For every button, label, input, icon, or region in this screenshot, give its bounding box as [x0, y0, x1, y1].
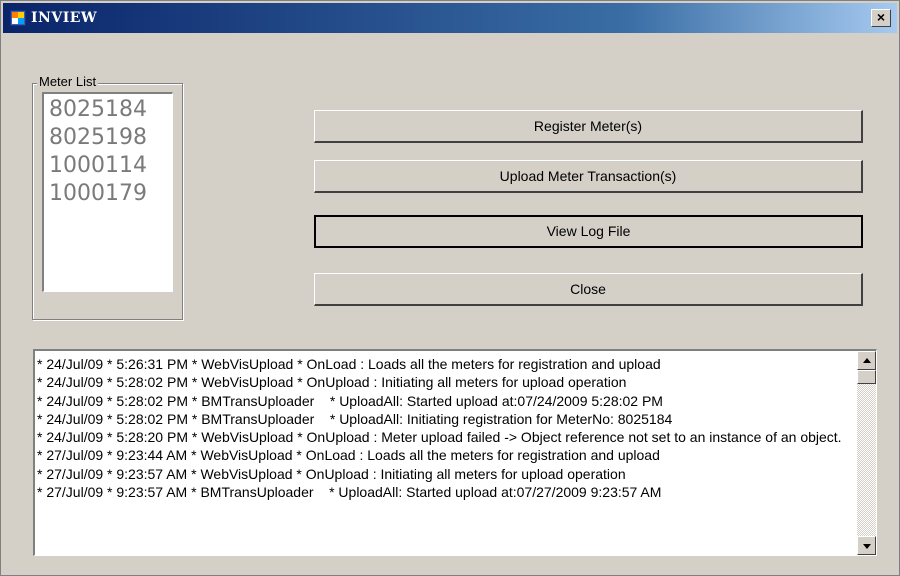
arrow-up-icon: [863, 358, 871, 363]
scroll-down-button[interactable]: [857, 536, 876, 555]
title-bar[interactable]: INVIEW ×: [3, 3, 897, 33]
upload-transactions-button[interactable]: Upload Meter Transaction(s): [314, 160, 863, 193]
list-item[interactable]: 1000179: [49, 180, 172, 208]
register-meters-button[interactable]: Register Meter(s): [314, 110, 863, 143]
window-title: INVIEW: [31, 10, 98, 26]
close-button[interactable]: Close: [314, 273, 863, 306]
meter-list-label: Meter List: [37, 74, 99, 89]
view-log-file-button[interactable]: View Log File: [314, 215, 863, 248]
close-window-button[interactable]: ×: [871, 9, 891, 27]
list-item[interactable]: 8025184: [49, 96, 172, 124]
meter-listbox[interactable]: 8025184 8025198 1000114 1000179: [42, 92, 173, 292]
app-window: INVIEW × Meter List 8025184 8025198 1000…: [0, 0, 900, 576]
log-textarea[interactable]: * 24/Jul/09 * 5:26:31 PM * WebVisUpload …: [33, 349, 877, 556]
scroll-up-button[interactable]: [857, 351, 876, 370]
scroll-thumb[interactable]: [857, 370, 876, 384]
app-icon: [10, 10, 26, 26]
list-item[interactable]: 1000114: [49, 152, 172, 180]
arrow-down-icon: [863, 544, 871, 549]
log-text: * 24/Jul/09 * 5:26:31 PM * WebVisUpload …: [37, 356, 842, 501]
log-scrollbar[interactable]: [857, 351, 876, 555]
close-icon: ×: [876, 9, 886, 25]
list-item[interactable]: 8025198: [49, 124, 172, 152]
